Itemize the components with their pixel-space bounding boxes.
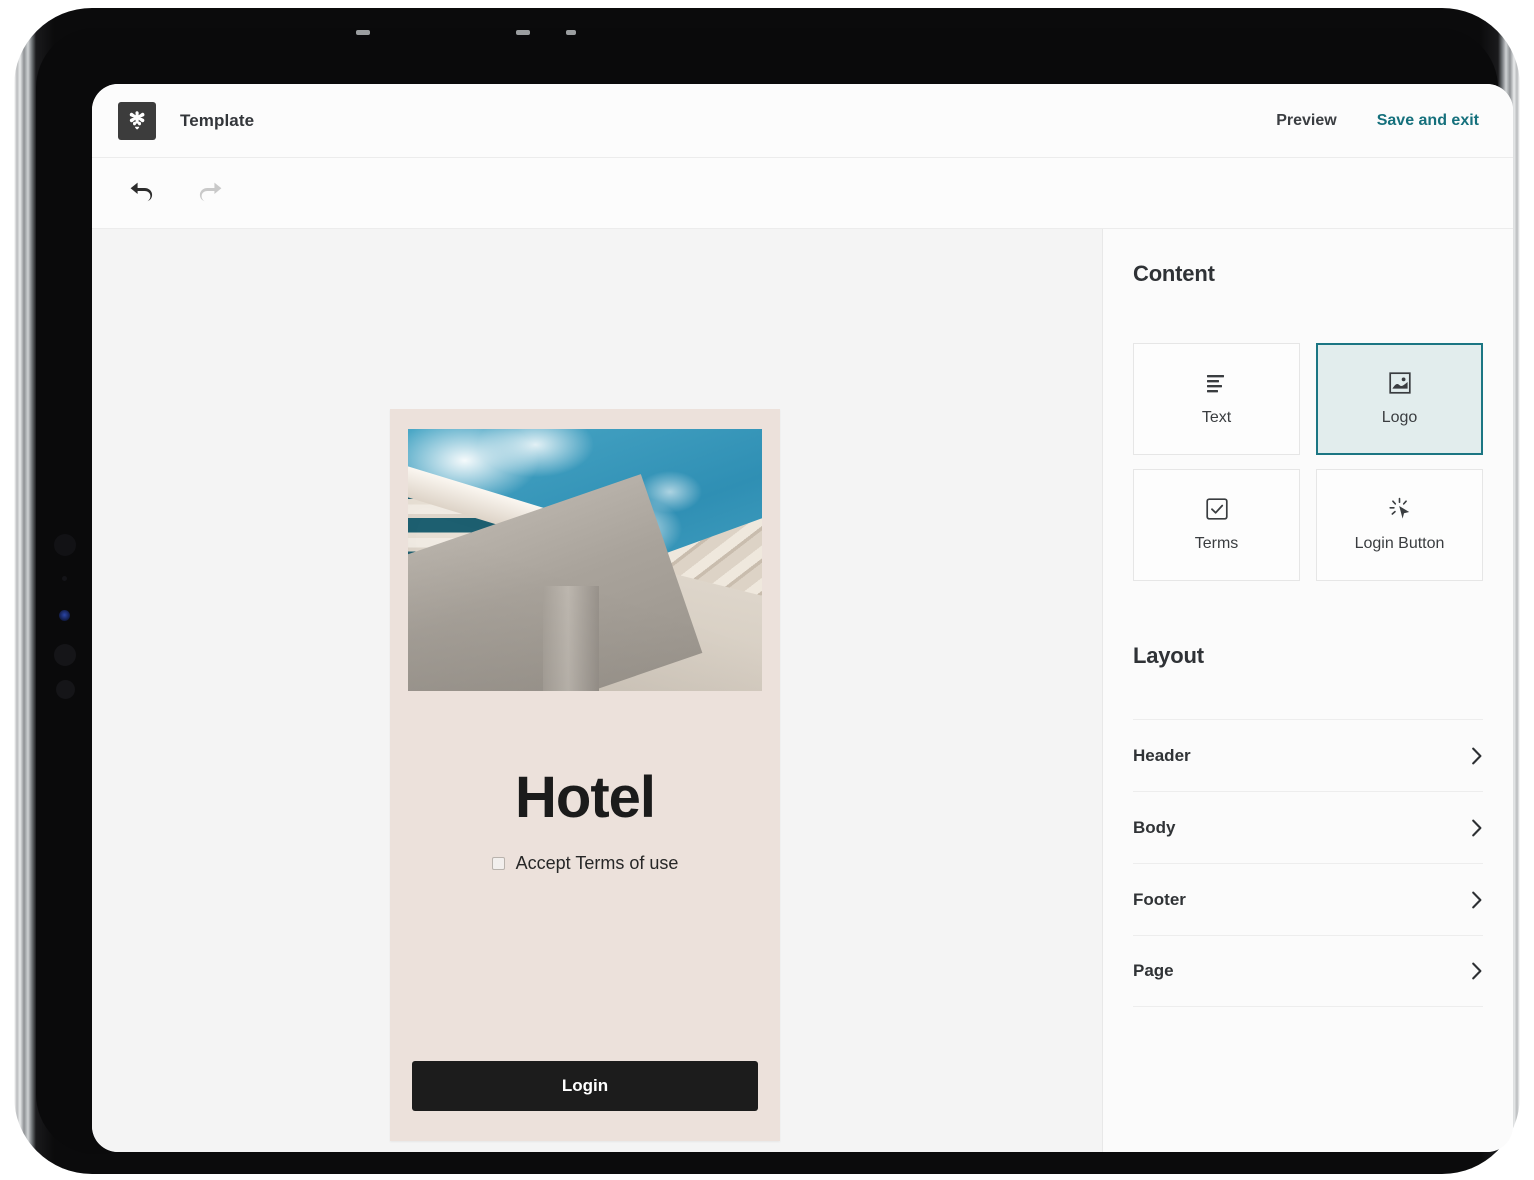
undo-icon [127, 179, 157, 208]
header-actions: Preview Save and exit [1276, 112, 1479, 130]
preview-button[interactable]: Preview [1276, 112, 1336, 130]
editor-toolbar [92, 158, 1513, 229]
chevron-right-icon [1471, 819, 1483, 837]
editor-workspace: Hotel Accept Terms of use Login Content … [92, 229, 1513, 1152]
content-card-logo[interactable]: Logo [1316, 343, 1483, 455]
status-indicator-icon [59, 610, 70, 621]
content-card-text[interactable]: Text [1133, 343, 1300, 455]
layout-row-footer[interactable]: Footer [1133, 863, 1483, 935]
layout-row-body[interactable]: Body [1133, 791, 1483, 863]
ambient-sensor-icon [62, 576, 67, 581]
preview-logo-block[interactable] [390, 409, 780, 691]
layout-section-heading: Layout [1133, 643, 1204, 668]
frame-antenna-seam [566, 30, 576, 35]
content-card-terms[interactable]: Terms [1133, 469, 1300, 581]
page-title: Template [180, 110, 255, 130]
frame-antenna-seam [356, 30, 370, 35]
content-card-grid: Text Logo Terms Login Button [1133, 343, 1483, 581]
layout-row-label: Footer [1133, 889, 1186, 909]
tablet-screen: Template Preview Save and exit Hotel Acc… [92, 84, 1513, 1152]
content-card-label: Logo [1381, 409, 1418, 426]
chevron-right-icon [1471, 962, 1483, 980]
text-lines-icon [1206, 371, 1228, 395]
layout-row-label: Header [1133, 745, 1191, 765]
preview-heading[interactable]: Hotel [390, 769, 780, 827]
app-header: Template Preview Save and exit [92, 84, 1513, 158]
content-card-label: Terms [1194, 535, 1239, 552]
terms-label: Accept Terms of use [515, 853, 679, 873]
frame-antenna-seam [516, 30, 530, 35]
content-card-label: Text [1201, 409, 1232, 426]
content-section-heading: Content [1133, 261, 1215, 286]
building-photo [408, 429, 762, 691]
speaker-hole-icon [54, 644, 76, 666]
photo-shading-overlay [408, 429, 762, 691]
image-icon [1388, 371, 1411, 395]
chevron-right-icon [1471, 891, 1483, 909]
preview-body-block: Hotel Accept Terms of use [390, 691, 780, 991]
properties-side-panel: Content Text Logo Terms Login Button Lay… [1102, 229, 1513, 1152]
layout-row-header[interactable]: Header [1133, 719, 1483, 791]
layout-row-label: Page [1133, 961, 1174, 980]
layout-row-list: Header Body Footer Page [1133, 719, 1483, 1007]
preview-footer-block: Login [390, 1061, 780, 1141]
preview-terms-row[interactable]: Accept Terms of use [390, 853, 780, 874]
template-preview-card[interactable]: Hotel Accept Terms of use Login [390, 409, 780, 1141]
terms-checkbox[interactable] [491, 857, 505, 870]
layout-row-label: Body [1133, 817, 1176, 837]
front-camera-icon [54, 534, 76, 556]
checkbox-check-icon [1205, 497, 1228, 521]
template-canvas[interactable]: Hotel Accept Terms of use Login [92, 229, 1102, 1152]
redo-button[interactable] [188, 173, 232, 213]
save-and-exit-button[interactable]: Save and exit [1377, 112, 1479, 130]
undo-button[interactable] [120, 173, 164, 213]
chevron-right-icon [1471, 747, 1483, 765]
tablet-frame: Template Preview Save and exit Hotel Acc… [14, 8, 1520, 1174]
brand-mark-icon[interactable] [118, 101, 156, 140]
redo-icon [195, 179, 225, 208]
login-button[interactable]: Login [412, 1061, 758, 1111]
speaker-hole-icon [56, 680, 75, 699]
layout-row-page[interactable]: Page [1133, 935, 1483, 1007]
content-card-label: Login Button [1354, 535, 1445, 552]
cursor-click-icon [1388, 497, 1412, 521]
tablet-bezel: Template Preview Save and exit Hotel Acc… [36, 28, 1513, 1154]
content-card-login-button[interactable]: Login Button [1316, 469, 1483, 581]
